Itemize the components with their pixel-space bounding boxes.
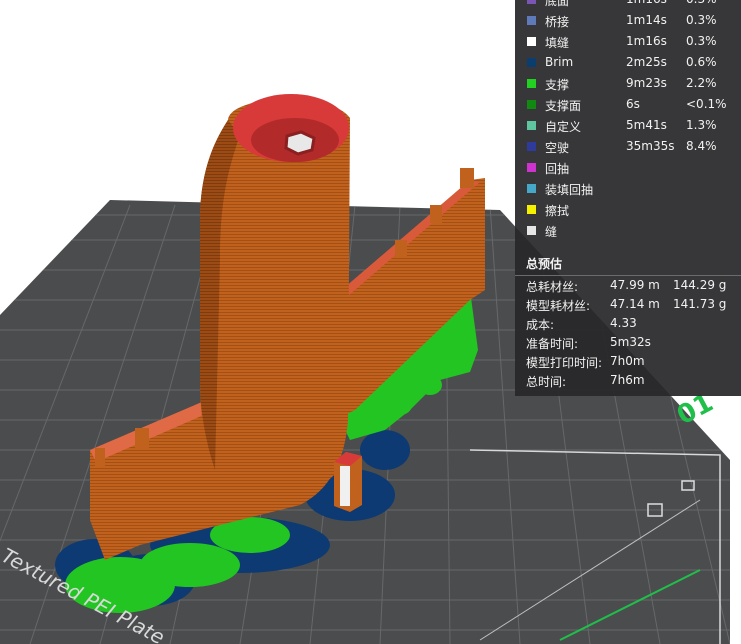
estimate-value: 4.33 (610, 316, 637, 330)
legend-label: 桥接 (545, 15, 570, 29)
estimate-row: 模型耗材丝: 47.14 m 141.73 g (515, 296, 741, 315)
estimate-value: 47.99 m (610, 278, 660, 292)
legend-label: Brim (545, 55, 574, 69)
legend-time: 1m14s (626, 13, 667, 27)
legend-row: 回抽 (515, 158, 741, 179)
estimate-value: 47.14 m (610, 297, 660, 311)
legend-percent: 2.2% (686, 76, 717, 90)
estimate-key: 总耗材丝: (526, 280, 579, 294)
legend-swatch (527, 184, 536, 193)
legend-row: 空驶 35m35s 8.4% (515, 137, 741, 158)
legend-row: 桥接 1m14s 0.3% (515, 11, 741, 32)
legend-row: 填缝 1m16s 0.3% (515, 32, 741, 53)
estimate-value: 7h6m (610, 373, 645, 387)
legend-label: 支撑 (545, 78, 570, 92)
legend-time: 1m16s (626, 34, 667, 48)
legend-percent: 8.4% (686, 139, 717, 153)
legend-swatch (527, 142, 536, 151)
estimate-row: 总时间: 7h6m (515, 372, 741, 391)
legend-swatch (527, 0, 536, 4)
legend-label: 回抽 (545, 162, 570, 176)
legend-swatch (527, 79, 536, 88)
estimate-value-secondary: 141.73 g (673, 297, 727, 311)
legend-row: 支撑 9m23s 2.2% (515, 74, 741, 95)
legend-row: Brim 2m25s 0.6% (515, 53, 741, 74)
legend-percent: 1.3% (686, 118, 717, 132)
legend-label: 填缝 (545, 36, 570, 50)
legend-time: 9m23s (626, 76, 667, 90)
estimate-title: 总预估 (526, 257, 563, 271)
estimate-divider (515, 275, 741, 276)
legend-percent: 0.3% (686, 13, 717, 27)
legend-time: 35m35s (626, 139, 675, 153)
legend-percent: 0.3% (686, 0, 717, 6)
legend-row: 自定义 5m41s 1.3% (515, 116, 741, 137)
estimate-key: 准备时间: (526, 337, 579, 351)
legend-percent: 0.3% (686, 34, 717, 48)
legend-swatch (527, 100, 536, 109)
legend-time: 2m25s (626, 55, 667, 69)
estimate-row: 成本: 4.33 (515, 315, 741, 334)
legend-swatch (527, 16, 536, 25)
estimate-key: 模型打印时间: (526, 356, 603, 370)
legend-label: 自定义 (545, 120, 582, 134)
estimate-value: 5m32s (610, 335, 651, 349)
legend-swatch (527, 226, 536, 235)
legend-time: 1m16s (626, 0, 667, 6)
legend-swatch (527, 163, 536, 172)
estimate-row: 总耗材丝: 47.99 m 144.29 g (515, 277, 741, 296)
legend-swatch (527, 205, 536, 214)
legend-label: 缝 (545, 225, 558, 239)
legend-swatch (527, 37, 536, 46)
estimate-key: 模型耗材丝: (526, 299, 591, 313)
legend-time: 6s (626, 97, 640, 111)
estimate-value-secondary: 144.29 g (673, 278, 727, 292)
legend-label: 支撑面 (545, 99, 582, 113)
legend-label: 装填回抽 (545, 183, 594, 197)
legend-label: 擦拭 (545, 204, 570, 218)
estimate-value: 7h0m (610, 354, 645, 368)
estimate-key: 总时间: (526, 375, 567, 389)
legend-row: 装填回抽 (515, 179, 741, 200)
legend-percent: <0.1% (686, 97, 727, 111)
legend-label: 底面 (545, 0, 570, 8)
legend-row: 支撑面 6s <0.1% (515, 95, 741, 116)
legend-swatch (527, 58, 536, 67)
legend-percent: 0.6% (686, 55, 717, 69)
legend-row: 底面 1m16s 0.3% (515, 0, 741, 11)
slice-stats-panel: 底面 1m16s 0.3% 桥接 1m14s 0.3% 填缝 1m16s 0.3% Brim 2m2… (515, 0, 741, 396)
legend-row: 擦拭 (515, 200, 741, 221)
estimate-row: 准备时间: 5m32s (515, 334, 741, 353)
legend-label: 空驶 (545, 141, 570, 155)
legend-time: 5m41s (626, 118, 667, 132)
estimate-row: 模型打印时间: 7h0m (515, 353, 741, 372)
estimate-key: 成本: (526, 318, 555, 332)
legend-swatch (527, 121, 536, 130)
legend-row: 缝 (515, 221, 741, 242)
